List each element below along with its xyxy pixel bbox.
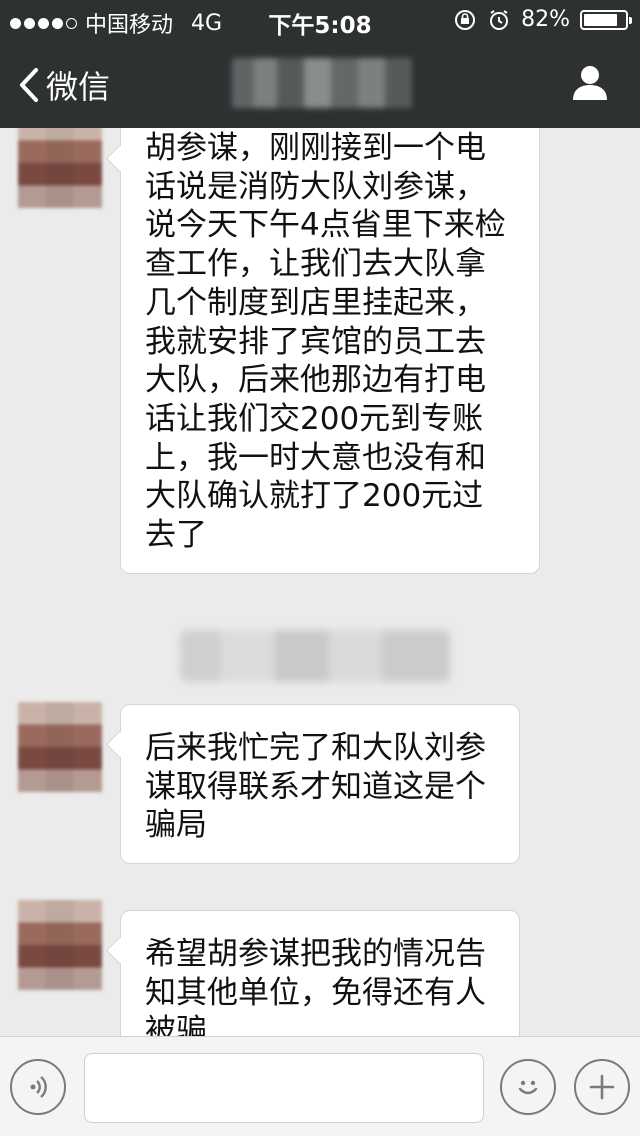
message-line: 话说是消防大队刘参谋， — [145, 168, 486, 205]
avatar[interactable] — [18, 702, 102, 792]
wechat-chat-screen: 中国移动 4G 下午5:08 82% 微信 胡参谋，刚刚接到一个电 话说是消防大… — [0, 0, 640, 1136]
battery-level — [584, 13, 617, 26]
avatar[interactable] — [18, 900, 102, 990]
message-line: 被骗 — [145, 1013, 207, 1036]
voice-icon — [30, 1076, 47, 1098]
message-bubble[interactable]: 希望胡参谋把我的情况告 知其他单位，免得还有人 被骗 — [120, 910, 520, 1036]
contact-icon[interactable] — [570, 62, 610, 102]
add-icon — [589, 1074, 615, 1100]
message-line: 去了 — [145, 517, 207, 554]
chat-title-redacted — [232, 58, 412, 108]
status-bar: 中国移动 4G 下午5:08 82% — [0, 0, 640, 40]
alarm-icon — [490, 9, 509, 30]
message-line: 胡参谋，刚刚接到一个电 — [145, 130, 486, 166]
input-bar — [0, 1036, 640, 1136]
message-line: 我就安排了宾馆的员工去 — [145, 323, 486, 360]
battery-tip — [629, 16, 632, 24]
avatar[interactable] — [18, 128, 102, 208]
rotation-lock-icon — [455, 9, 476, 30]
message-bubble[interactable]: 胡参谋，刚刚接到一个电 话说是消防大队刘参谋， 说今天下午4点省里下来检 查工作… — [120, 128, 540, 574]
add-button[interactable] — [574, 1059, 630, 1115]
back-button[interactable]: 微信 — [18, 62, 110, 108]
emoji-button[interactable] — [500, 1059, 556, 1115]
message-bubble[interactable]: 后来我忙完了和大队刘参 谋取得联系才知道这是个 骗局 — [120, 704, 520, 865]
voice-button[interactable] — [10, 1059, 66, 1115]
message-line: 几个制度到店里挂起来， — [145, 284, 486, 321]
message-line: 希望胡参谋把我的情况告 — [145, 936, 486, 972]
battery-percent: 82% — [521, 7, 570, 32]
chevron-left-icon — [20, 68, 38, 102]
nav-bar: 微信 — [0, 40, 640, 128]
message-line: 上，我一时大意也没有和 — [145, 439, 486, 476]
message-line: 谋取得联系才知道这是个 — [145, 768, 486, 805]
status-right: 82% — [453, 7, 632, 32]
battery-icon — [580, 9, 632, 30]
message-line: 后来我忙完了和大队刘参 — [145, 730, 486, 766]
message-line: 话让我们交200元到专账 — [145, 400, 484, 437]
message-line: 查工作，让我们去大队拿 — [145, 246, 486, 283]
emoji-icon — [518, 1080, 538, 1095]
message-line: 骗局 — [145, 807, 207, 844]
back-label: 微信 — [46, 68, 111, 106]
message-line: 说今天下午4点省里下来检 — [145, 207, 506, 244]
message-line: 大队确认就打了200元过 — [145, 478, 484, 515]
timestamp-redacted — [180, 630, 450, 682]
message-input[interactable] — [84, 1053, 484, 1123]
message-line: 知其他单位，免得还有人 — [145, 974, 486, 1011]
message-line: 大队，后来他那边有打电 — [145, 362, 486, 399]
message-list[interactable]: 胡参谋，刚刚接到一个电 话说是消防大队刘参谋， 说今天下午4点省里下来检 查工作… — [0, 128, 640, 1036]
